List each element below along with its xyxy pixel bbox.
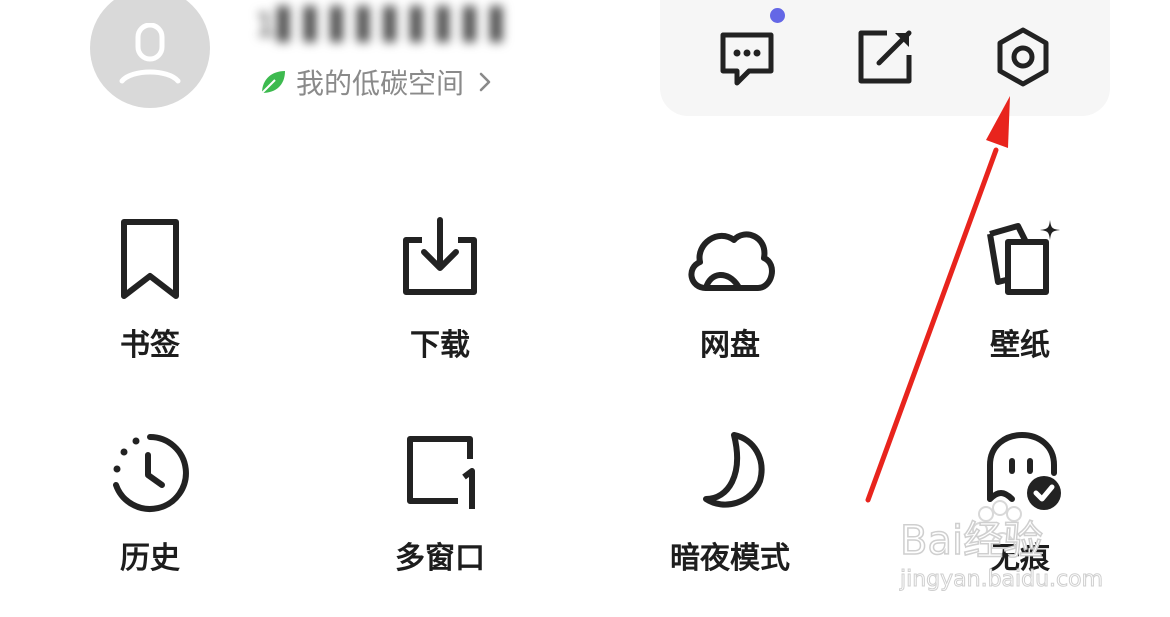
download-icon <box>403 217 477 295</box>
cloud-icon <box>688 231 775 291</box>
top-toolbar <box>660 0 1110 116</box>
grid-item-label: 网盘 <box>700 328 760 363</box>
settings-button[interactable] <box>988 22 1058 92</box>
grid-item-label: 书签 <box>120 328 180 363</box>
grid-item-label: 多窗口 <box>395 541 485 576</box>
grid-item-downloads[interactable]: 下载 <box>340 212 540 382</box>
notification-badge <box>770 8 785 23</box>
moon-icon <box>703 432 765 508</box>
grid-item-label: 下载 <box>410 328 470 363</box>
avatar[interactable] <box>90 0 210 108</box>
chevron-right-icon <box>479 72 491 92</box>
user-silhouette-icon <box>119 23 181 84</box>
leaf-icon <box>261 71 285 94</box>
grid-item-label: 无痕 <box>990 541 1050 576</box>
grid-item-cloud-drive[interactable]: 网盘 <box>630 212 830 382</box>
grid-item-label: 历史 <box>120 541 180 576</box>
edit-box-icon <box>858 30 912 84</box>
grid-item-multi-window[interactable]: 多窗口 <box>340 425 540 595</box>
bookmark-icon <box>121 219 179 299</box>
grid-item-incognito[interactable]: 无痕 <box>920 425 1120 595</box>
multi-window-icon <box>407 436 475 509</box>
grid-item-label: 暗夜模式 <box>670 541 790 576</box>
chat-bubble-icon <box>720 32 774 86</box>
grid-item-history[interactable]: 历史 <box>50 425 250 595</box>
grid-item-bookmarks[interactable]: 书签 <box>50 212 250 382</box>
settings-hexagon-icon <box>997 27 1049 87</box>
wallpaper-icon <box>987 220 1060 295</box>
messages-button[interactable] <box>712 22 782 92</box>
low-carbon-space-link[interactable]: 我的低碳空间 <box>258 62 496 102</box>
grid-item-label: 壁纸 <box>990 328 1050 363</box>
edit-button[interactable] <box>850 22 920 92</box>
username: 1▌▌▌▌▌▌▌▌▌▌▌▌5 <box>255 6 505 42</box>
incognito-ghost-icon <box>987 431 1061 510</box>
grid-item-wallpaper[interactable]: 壁纸 <box>920 212 1120 382</box>
low-carbon-space-label: 我的低碳空间 <box>296 67 465 100</box>
grid-item-dark-mode[interactable]: 暗夜模式 <box>630 425 830 595</box>
history-clock-icon <box>113 434 189 512</box>
